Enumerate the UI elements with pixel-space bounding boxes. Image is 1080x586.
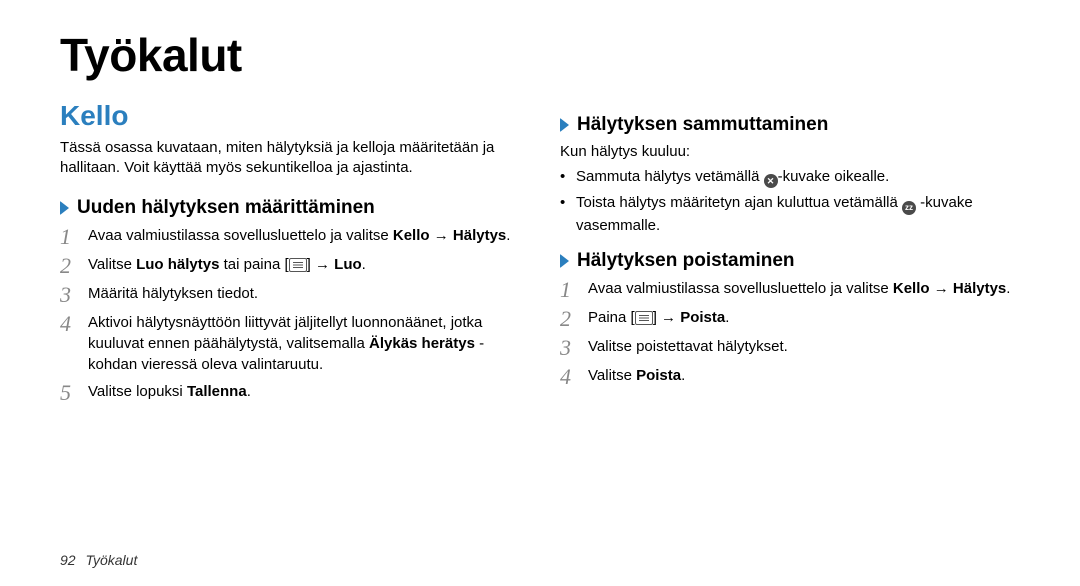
stop-alarm-bullets: Sammuta hälytys vetämällä ✕-kuvake oikea…	[560, 166, 1020, 236]
menu-icon	[635, 311, 653, 325]
step-body: Paina [] → Poista.	[588, 307, 729, 328]
section-title-kello: Kello	[60, 100, 520, 132]
step-item: 1 Avaa valmiustilassa sovellusluettelo j…	[60, 225, 520, 248]
step-body: Aktivoi hälytysnäyttöön liittyvät jäljit…	[88, 312, 520, 375]
columns: Kello Tässä osassa kuvataan, miten hälyt…	[60, 100, 1020, 576]
bullet-item: Sammuta hälytys vetämällä ✕-kuvake oikea…	[560, 166, 1020, 188]
step-number: 1	[60, 225, 88, 248]
chevron-right-icon	[60, 201, 69, 215]
step-number: 2	[560, 307, 588, 330]
chevron-right-icon	[560, 118, 569, 132]
page-footer: 92 Työkalut	[60, 552, 137, 568]
step-number: 3	[60, 283, 88, 306]
step-body: Määritä hälytyksen tiedot.	[88, 283, 258, 304]
step-item: 4 Aktivoi hälytysnäyttöön liittyvät jälj…	[60, 312, 520, 375]
alarm-stop-icon: ✕	[764, 174, 778, 188]
step-body: Valitse Luo hälytys tai paina [] → Luo.	[88, 254, 366, 275]
step-item: 1 Avaa valmiustilassa sovellusluettelo j…	[560, 278, 1020, 301]
subsection-label: Uuden hälytyksen määrittäminen	[77, 197, 375, 219]
right-column: Hälytyksen sammuttaminen Kun hälytys kuu…	[560, 100, 1020, 576]
step-number: 1	[560, 278, 588, 301]
step-item: 2 Valitse Luo hälytys tai paina [] → Luo…	[60, 254, 520, 277]
step-number: 2	[60, 254, 88, 277]
step-body: Avaa valmiustilassa sovellusluettelo ja …	[88, 225, 510, 246]
page-title: Työkalut	[60, 28, 1020, 82]
footer-section: Työkalut	[85, 552, 137, 568]
subsection-title-stop-alarm: Hälytyksen sammuttaminen	[560, 114, 1020, 136]
step-item: 5 Valitse lopuksi Tallenna.	[60, 381, 520, 404]
page: Työkalut Kello Tässä osassa kuvataan, mi…	[0, 0, 1080, 586]
step-body: Valitse lopuksi Tallenna.	[88, 381, 251, 402]
subsection-title-delete-alarm: Hälytyksen poistaminen	[560, 250, 1020, 272]
delete-alarm-steps: 1 Avaa valmiustilassa sovellusluettelo j…	[560, 278, 1020, 388]
step-number: 4	[560, 365, 588, 388]
chevron-right-icon	[560, 254, 569, 268]
step-number: 5	[60, 381, 88, 404]
new-alarm-steps: 1 Avaa valmiustilassa sovellusluettelo j…	[60, 225, 520, 404]
menu-icon	[289, 258, 307, 272]
page-number: 92	[60, 552, 76, 568]
step-item: 3 Valitse poistettavat hälytykset.	[560, 336, 1020, 359]
step-item: 3 Määritä hälytyksen tiedot.	[60, 283, 520, 306]
subsection-label: Hälytyksen poistaminen	[577, 250, 795, 272]
step-body: Avaa valmiustilassa sovellusluettelo ja …	[588, 278, 1010, 299]
stop-alarm-lead: Kun hälytys kuuluu:	[560, 142, 1020, 162]
step-item: 2 Paina [] → Poista.	[560, 307, 1020, 330]
step-body: Valitse poistettavat hälytykset.	[588, 336, 788, 357]
kello-intro: Tässä osassa kuvataan, miten hälytyksiä …	[60, 138, 520, 179]
bullet-item: Toista hälytys määritetyn ajan kuluttua …	[560, 192, 1020, 236]
step-item: 4 Valitse Poista.	[560, 365, 1020, 388]
step-body: Valitse Poista.	[588, 365, 685, 386]
alarm-snooze-icon: zz	[902, 201, 916, 215]
subsection-title-new-alarm: Uuden hälytyksen määrittäminen	[60, 197, 520, 219]
subsection-label: Hälytyksen sammuttaminen	[577, 114, 828, 136]
step-number: 3	[560, 336, 588, 359]
step-number: 4	[60, 312, 88, 335]
left-column: Kello Tässä osassa kuvataan, miten hälyt…	[60, 100, 520, 576]
